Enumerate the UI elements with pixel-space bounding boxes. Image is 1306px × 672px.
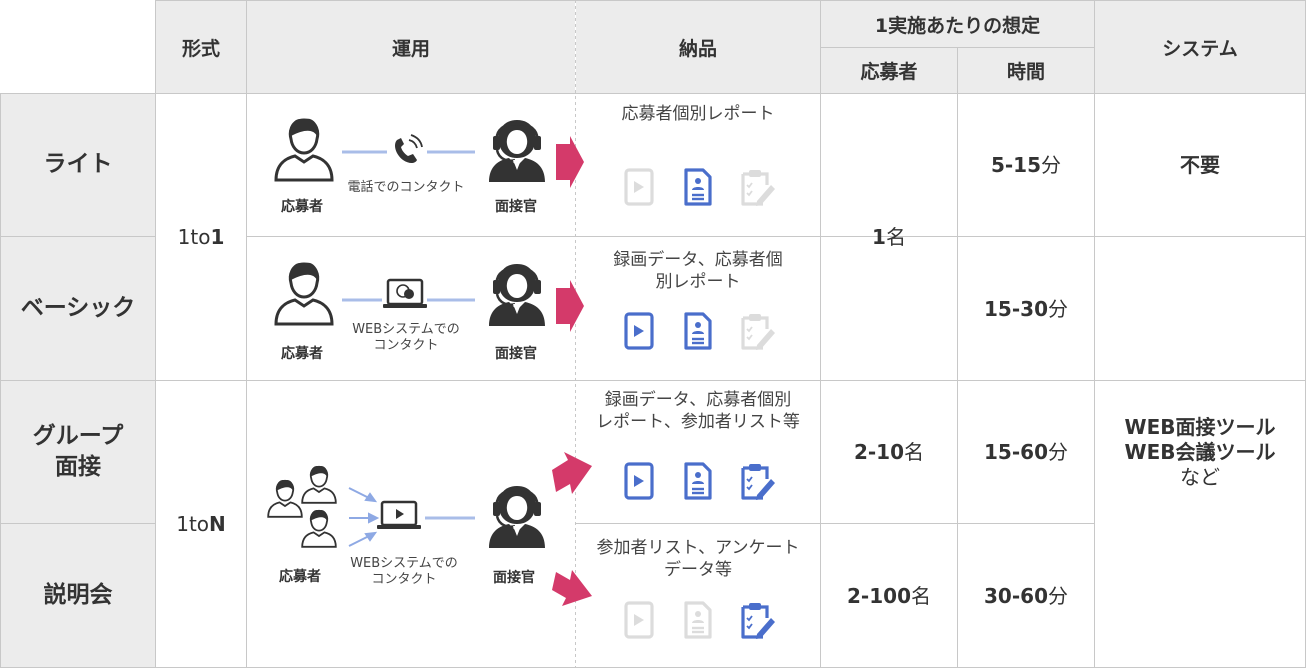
group-contact-line1: WEBシステムでの: [350, 556, 458, 571]
applicant-person-icon: [274, 117, 334, 182]
applicants-group-unit: 名: [904, 440, 925, 464]
applicant-person-icon: [301, 509, 337, 548]
report-icon: [684, 312, 712, 350]
web-contact-line2: コンタクト: [373, 337, 439, 353]
time-group-unit: 分: [1047, 440, 1068, 464]
applicants-1to1-unit: 名: [885, 225, 906, 249]
header-system: システム: [1095, 1, 1305, 93]
checklist-icon: [741, 168, 777, 208]
system-web-line2: WEB会議ツール: [1124, 439, 1276, 464]
applicants-1to1: 1名: [821, 94, 957, 380]
interviewer-headset-icon: [487, 262, 547, 328]
header-time: 時間: [958, 48, 1094, 93]
time-light-unit: 分: [1041, 153, 1062, 177]
applicant-person-icon: [274, 261, 334, 326]
laptop-video-icon: [377, 500, 421, 529]
video-icon: [624, 312, 654, 350]
comparison-table: 形式 運用 納品 1実施あたりの想定 応募者 時間 システム ライト ベーシック…: [0, 0, 1306, 672]
applicant-label: 応募者: [281, 199, 323, 215]
delivery-icons: [552, 136, 777, 641]
row-header-light: ライト: [1, 94, 155, 236]
time-briefing-unit: 分: [1047, 583, 1068, 608]
format-1to1-suffix: 1: [210, 225, 225, 249]
row-header-group-line2: 面接: [55, 454, 101, 480]
web-contact-line1: WEBシステムでの: [352, 322, 460, 337]
system-web-line3: など: [1180, 464, 1220, 489]
applicants-1to1-num: 1: [872, 225, 886, 249]
time-briefing-num: 30-60: [984, 583, 1048, 608]
report-icon: [684, 462, 712, 500]
applicants-group-num: 2-10: [853, 440, 905, 464]
web-contact-label: WEBシステムでの コンタクト: [340, 322, 472, 353]
time-light-num: 5-15: [990, 153, 1042, 177]
applicants-briefing-unit: 名: [910, 583, 931, 608]
time-basic: 15-30 分: [958, 237, 1094, 380]
system-light: 不要: [1180, 153, 1220, 177]
row-header-group-interview: グループ 面接: [1, 381, 155, 523]
video-icon: [624, 601, 654, 639]
row-header-briefing: 説明会: [1, 524, 155, 667]
applicant-label: 応募者: [279, 569, 321, 585]
time-group-num: 15-60: [984, 440, 1048, 464]
row-header-group-line1: グループ: [32, 422, 124, 449]
phone-icon: [395, 134, 423, 163]
pink-arrow-icon: [552, 452, 592, 494]
checklist-icon: [741, 312, 777, 352]
format-1to1: 1to 1: [156, 94, 246, 380]
header-applicants: 応募者: [821, 48, 957, 93]
laptop-chat-icon: [383, 278, 427, 308]
time-group: 15-60 分: [958, 381, 1094, 523]
checklist-icon: [741, 601, 777, 641]
pink-arrow-icon: [556, 136, 584, 188]
applicant-person-icon: [267, 479, 303, 518]
header-format: 形式: [156, 1, 246, 93]
applicant-person-icon: [301, 465, 337, 504]
applicants-briefing: 2-100 名: [821, 524, 957, 667]
time-basic-num: 15-30: [984, 296, 1048, 321]
group-contact-label: WEBシステムでの コンタクト: [338, 556, 470, 587]
interviewer-headset-icon: [487, 118, 547, 184]
time-basic-unit: 分: [1047, 296, 1068, 321]
applicants-group: 2-10 名: [821, 381, 957, 523]
video-icon: [624, 168, 654, 206]
format-1toN: 1to N: [156, 381, 246, 667]
report-icon: [684, 601, 712, 639]
system-web: WEB面接ツール WEB会議ツール など: [1095, 237, 1305, 667]
applicant-label: 応募者: [281, 346, 323, 362]
header-per-session: 1実施あたりの想定: [821, 1, 1094, 47]
format-1toN-suffix: N: [209, 512, 226, 536]
phone-contact-label: 電話でのコンタクト: [347, 180, 465, 195]
pink-arrow-icon: [552, 570, 592, 606]
time-briefing: 30-60 分: [958, 524, 1094, 667]
applicants-briefing-num: 2-100: [847, 583, 911, 608]
report-icon: [684, 168, 712, 206]
row-header-basic: ベーシック: [1, 237, 155, 380]
video-icon: [624, 462, 654, 500]
interviewer-label: 面接官: [495, 199, 537, 215]
checklist-icon: [741, 462, 777, 502]
system-web-line1: WEB面接ツール: [1124, 414, 1276, 439]
format-1to1-prefix: 1to: [177, 225, 211, 249]
format-1toN-prefix: 1to: [176, 512, 210, 536]
interviewer-label: 面接官: [493, 570, 535, 586]
pink-arrow-icon: [556, 280, 584, 332]
interviewer-headset-icon: [487, 484, 547, 550]
interviewer-label: 面接官: [495, 346, 537, 362]
group-contact-line2: コンタクト: [371, 571, 437, 587]
time-light: 5-15 分: [958, 94, 1094, 236]
header-delivery: 納品: [576, 1, 820, 93]
header-operation: 運用: [247, 1, 575, 93]
